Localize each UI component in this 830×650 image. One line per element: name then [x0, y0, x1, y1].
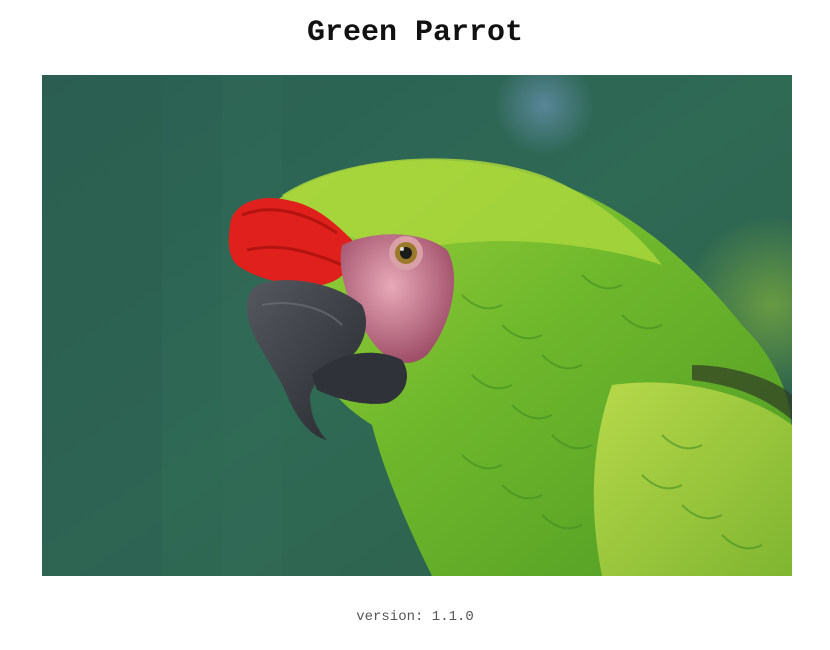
- page-title: Green Parrot: [306, 16, 524, 50]
- version-label: version: 1.1.0: [356, 609, 474, 625]
- parrot-photo: [42, 75, 792, 576]
